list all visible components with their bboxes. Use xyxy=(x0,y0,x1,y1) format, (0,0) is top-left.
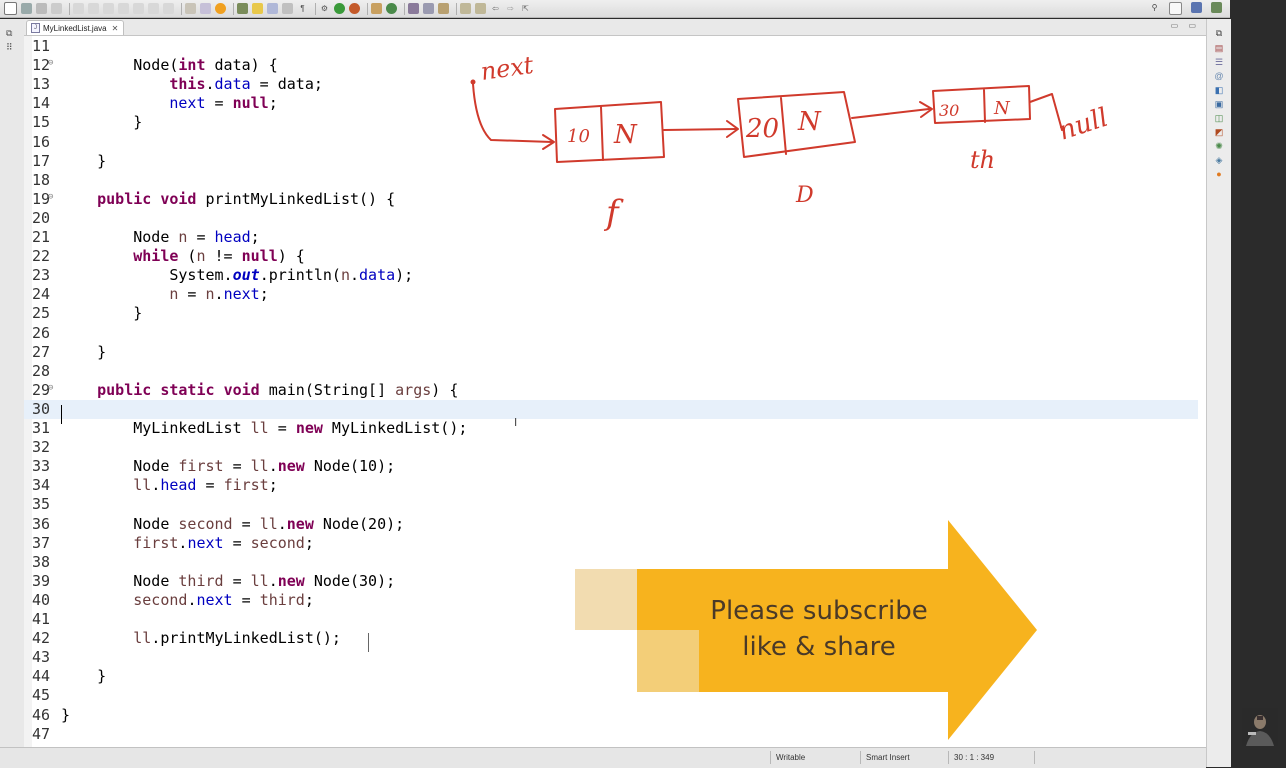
toolbar-separator xyxy=(367,2,368,15)
suspend-icon[interactable] xyxy=(103,3,114,14)
toolbar-separator xyxy=(233,2,234,15)
node2-data: 20 xyxy=(745,114,779,144)
presenter-image xyxy=(1242,708,1278,746)
terminate-icon[interactable] xyxy=(118,3,129,14)
show-whitespace-icon[interactable]: ¶ xyxy=(297,3,308,14)
arrow-2-3 xyxy=(851,108,930,119)
status-divider xyxy=(948,751,949,764)
search-tool-icon[interactable] xyxy=(438,3,449,14)
print-icon[interactable] xyxy=(51,3,62,14)
banner-line1: Please subscribe xyxy=(710,596,928,626)
external-link-icon[interactable]: ⇱ xyxy=(520,3,531,14)
linked-list-drawing: next 10 N 20 N 30 N null f D th xyxy=(470,51,1112,233)
status-insert-mode: Smart Insert xyxy=(866,753,910,762)
toggle-mark-icon[interactable] xyxy=(267,3,278,14)
toolbar-separator xyxy=(456,2,457,15)
forward-icon[interactable]: ⇨ xyxy=(505,3,516,14)
status-bar: Writable Smart Insert 30 : 1 : 349 xyxy=(0,747,1206,768)
drawing-labels: next 10 N 20 N 30 N null f D th xyxy=(479,51,1112,233)
toolbar-separator xyxy=(404,2,405,15)
close-icon[interactable]: ✕ xyxy=(112,24,119,33)
outline-icon[interactable]: ▤ xyxy=(1214,43,1224,53)
second-var-label: D xyxy=(795,183,814,208)
toolbar-separator xyxy=(69,2,70,15)
save-all-icon[interactable] xyxy=(36,3,47,14)
step-over-icon[interactable] xyxy=(148,3,159,14)
third-var-label: th xyxy=(970,146,995,174)
javadoc-icon[interactable]: @ xyxy=(1214,71,1224,81)
code-editor[interactable]: 11 12 ⊖ Node(int data) {13 this.data = dat… xyxy=(24,36,1206,747)
restore-icon[interactable]: ⧉ xyxy=(1214,28,1224,38)
search-icon[interactable]: ⚲ xyxy=(1149,2,1160,13)
step-return-icon[interactable] xyxy=(163,3,174,14)
save-icon[interactable] xyxy=(21,3,32,14)
status-writable: Writable xyxy=(776,753,806,762)
console-icon[interactable]: ▣ xyxy=(1214,99,1224,109)
highlight-icon[interactable] xyxy=(252,3,263,14)
pin-icon[interactable] xyxy=(237,3,248,14)
new-package-icon[interactable] xyxy=(371,3,382,14)
open-task-icon[interactable] xyxy=(423,3,434,14)
node3-data: 30 xyxy=(939,101,959,120)
servers-icon[interactable]: ◩ xyxy=(1214,127,1224,137)
step-into-icon[interactable] xyxy=(133,3,144,14)
open-perspective-icon[interactable] xyxy=(1169,2,1182,15)
node1-next: N xyxy=(613,120,638,150)
tools-icon[interactable] xyxy=(185,3,196,14)
null-label: null xyxy=(1055,103,1112,147)
skip-breakpoints-icon[interactable] xyxy=(200,3,211,14)
resume-icon[interactable] xyxy=(88,3,99,14)
package-explorer-icon[interactable]: ⠿ xyxy=(6,42,16,52)
problems-icon[interactable]: ◫ xyxy=(1214,113,1224,123)
node1-divider xyxy=(600,106,604,161)
node3-divider xyxy=(983,89,986,123)
head-arrow xyxy=(472,83,553,143)
status-cursor-position: 30 : 1 : 349 xyxy=(954,753,995,762)
status-divider xyxy=(770,751,771,764)
open-type-icon[interactable] xyxy=(408,3,419,14)
status-divider xyxy=(860,751,861,764)
node2-divider xyxy=(780,97,787,155)
prev-annotation-icon[interactable] xyxy=(475,3,486,14)
node1-data: 10 xyxy=(567,126,590,147)
debug-icon[interactable] xyxy=(215,3,226,14)
debug-view-icon[interactable]: ✺ xyxy=(1214,141,1224,151)
editor-tab[interactable]: J MyLinkedList.java ✕ xyxy=(26,20,124,35)
toolbar-separator xyxy=(315,2,316,15)
java-perspective-icon[interactable] xyxy=(1191,2,1202,13)
arrow-1-2 xyxy=(663,128,737,131)
status-divider xyxy=(1034,751,1035,764)
back-icon[interactable]: ⇦ xyxy=(490,3,501,14)
new-file-icon[interactable] xyxy=(4,2,17,15)
node2-next: N xyxy=(797,107,822,137)
java-file-icon: J xyxy=(31,23,40,33)
task-list-icon[interactable]: ☰ xyxy=(1214,57,1224,67)
restore-icon[interactable]: ⧉ xyxy=(6,28,16,38)
toolbar-right: ⚲ xyxy=(1149,2,1226,15)
editor-tab-bar: J MyLinkedList.java ✕ ▭ ▭ xyxy=(24,19,1206,36)
head-next-label: next xyxy=(479,51,536,86)
run-external-icon[interactable] xyxy=(349,3,360,14)
variables-icon[interactable]: ◈ xyxy=(1214,155,1224,165)
debug-perspective-icon[interactable] xyxy=(1211,2,1222,13)
tab-filename: MyLinkedList.java xyxy=(43,23,107,33)
minimize-maximize-icon[interactable]: ▭ ▭ xyxy=(1171,21,1200,30)
toolbar-separator xyxy=(181,2,182,15)
banner-line2: like & share xyxy=(742,632,896,662)
new-class-icon[interactable] xyxy=(386,3,397,14)
settings-icon[interactable]: ⚙ xyxy=(319,3,330,14)
left-trim-bar: ⧉ ⠿ xyxy=(0,19,25,747)
debug-skip-icon[interactable] xyxy=(73,3,84,14)
first-var-label: f xyxy=(603,193,624,233)
webcam-thumbnail xyxy=(1242,708,1278,746)
banner-text: Please subscribe like & share xyxy=(676,593,962,665)
next-annotation-icon[interactable] xyxy=(460,3,471,14)
declaration-icon[interactable]: ◧ xyxy=(1214,85,1224,95)
run-icon[interactable] xyxy=(334,3,345,14)
right-trim-bar: ⧉ ▤ ☰ @ ◧ ▣ ◫ ◩ ✺ ◈ ● xyxy=(1206,19,1231,767)
toggle-block-icon[interactable] xyxy=(282,3,293,14)
node3-next: N xyxy=(993,98,1011,119)
progress-icon[interactable]: ● xyxy=(1214,169,1224,179)
main-toolbar: ¶ ⚙ ⇦ ⇨ ⇱ ⚲ xyxy=(0,0,1230,18)
